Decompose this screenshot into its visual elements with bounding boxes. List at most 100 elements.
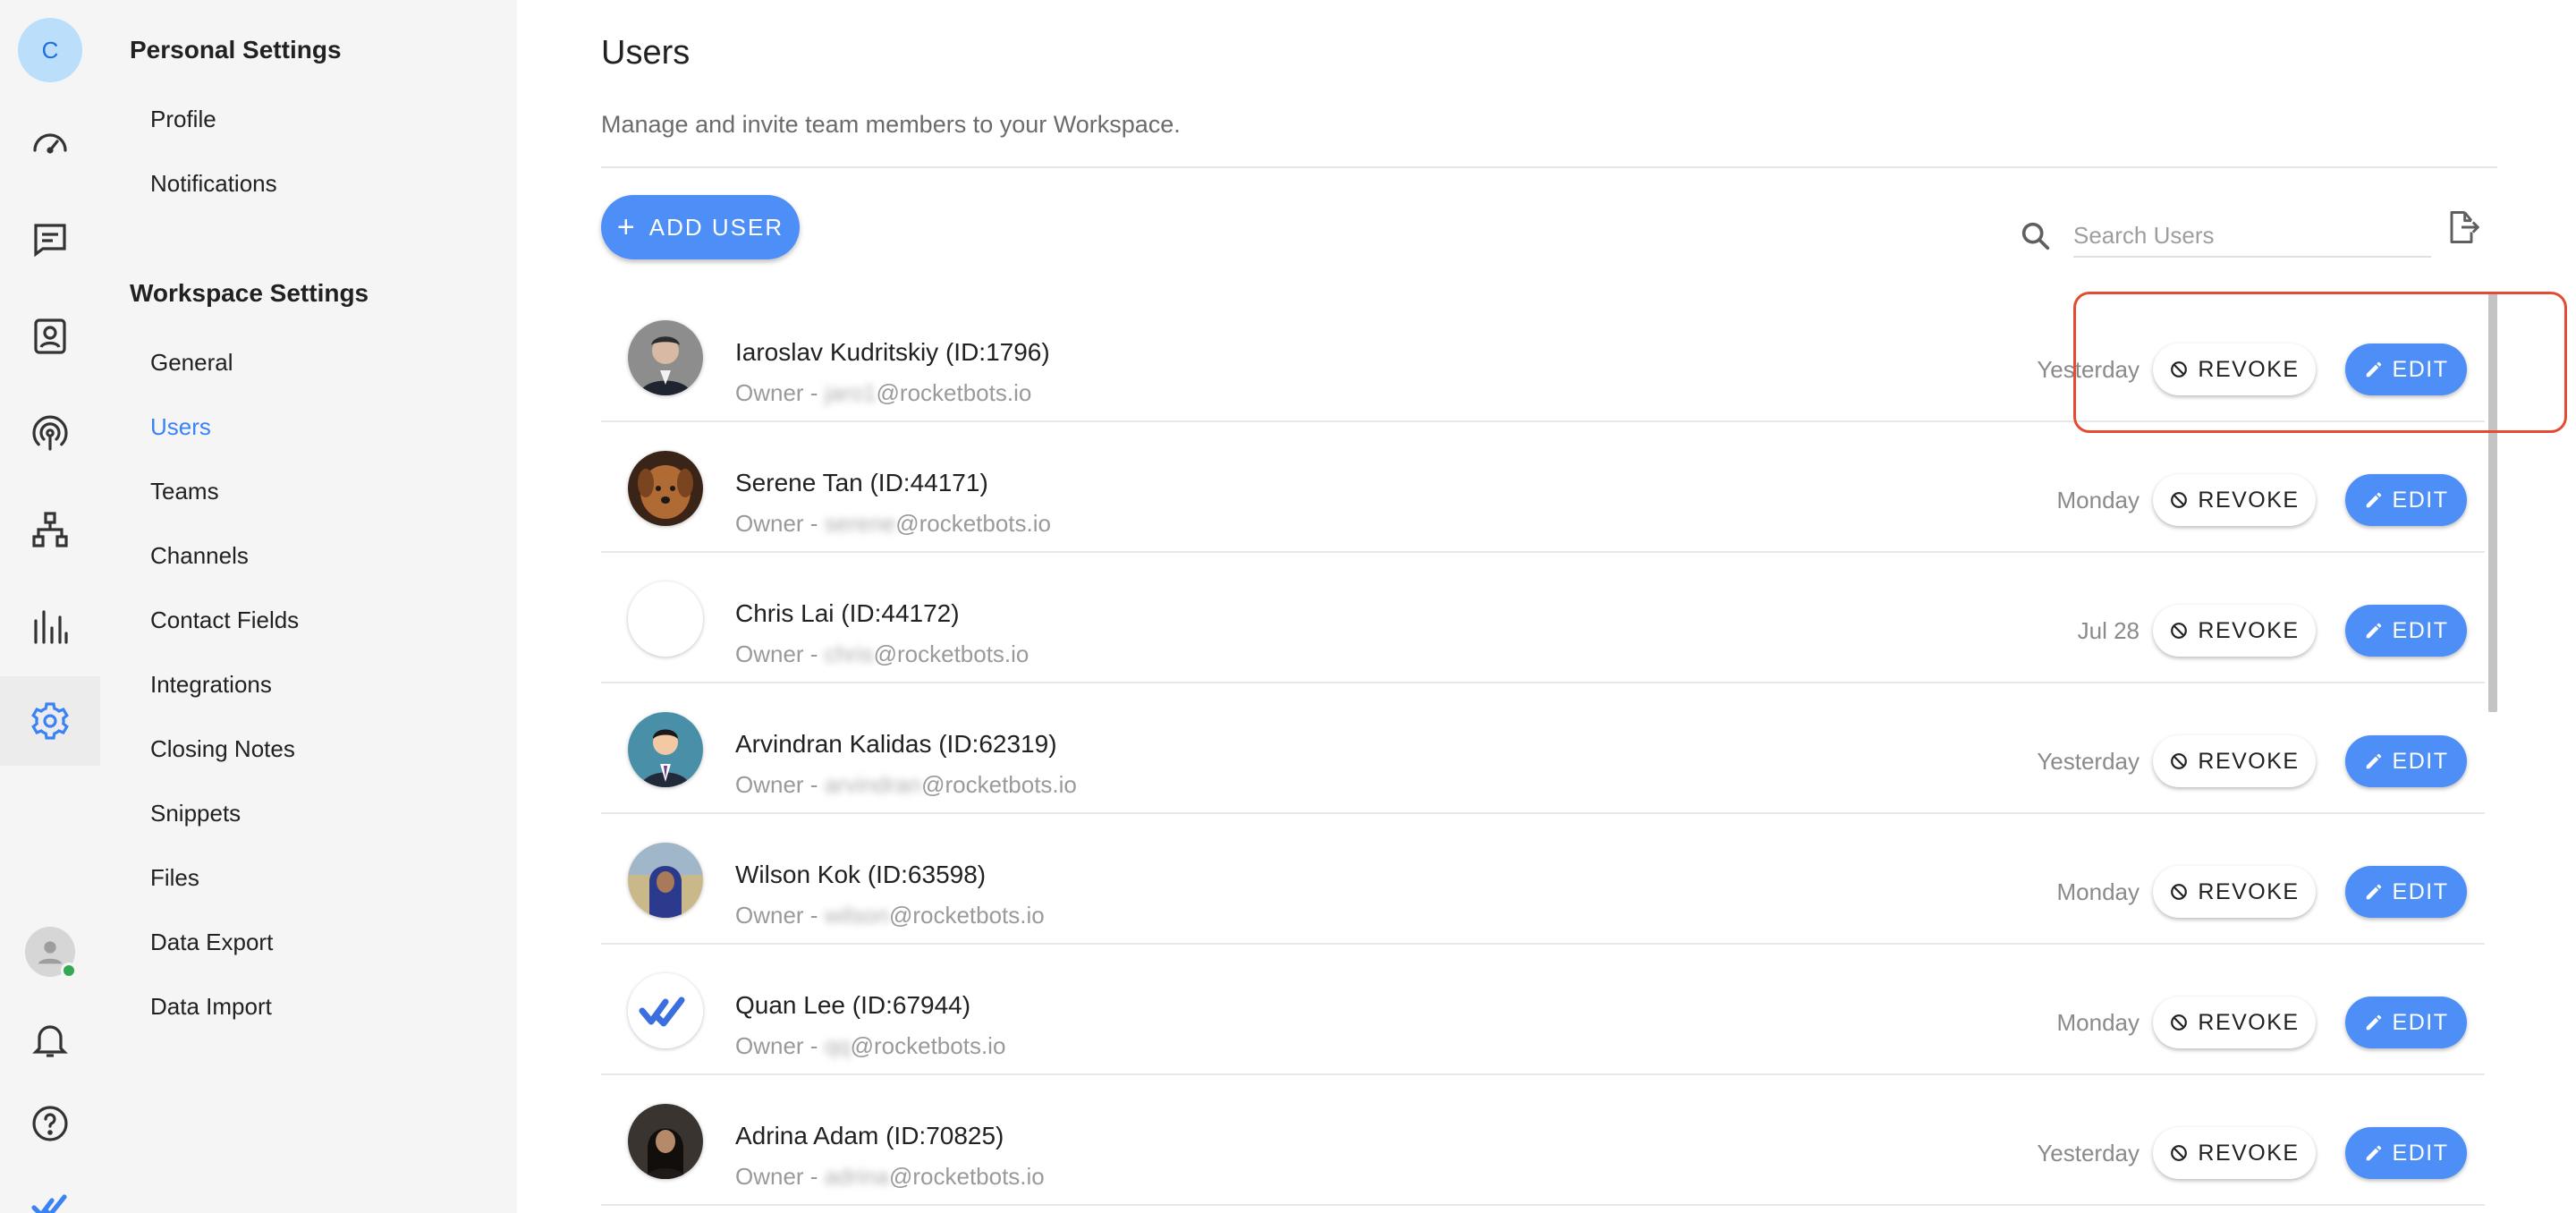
menu-item-snippets[interactable]: Snippets: [150, 800, 241, 827]
workspace-avatar[interactable]: C: [18, 18, 82, 82]
user-avatar: [628, 581, 703, 657]
search-input[interactable]: [2073, 215, 2431, 258]
revoke-button[interactable]: REVOKE: [2153, 1127, 2316, 1179]
last-seen: Yesterday: [2037, 356, 2140, 383]
block-icon: [2171, 884, 2188, 900]
search-users: [2018, 211, 2433, 261]
broadcast-nav[interactable]: [0, 388, 100, 478]
edit-button[interactable]: EDIT: [2345, 997, 2467, 1048]
page-title: Users: [601, 34, 691, 72]
list-scrollbar[interactable]: [2488, 292, 2497, 712]
menu-item-channels[interactable]: Channels: [150, 542, 249, 570]
user-name: Quan Lee (ID:67944): [735, 991, 971, 1019]
menu-item-integrations[interactable]: Integrations: [150, 671, 272, 699]
menu-item-data-import[interactable]: Data Import: [150, 993, 272, 1021]
pencil-icon: [2366, 753, 2381, 769]
user-avatar: [628, 1104, 703, 1179]
revoke-button[interactable]: REVOKE: [2153, 605, 2316, 657]
edit-button[interactable]: EDIT: [2345, 866, 2467, 918]
edit-button[interactable]: EDIT: [2345, 735, 2467, 787]
user-email: Owner - arvindran@rocketbots.io: [735, 771, 1077, 798]
page-description: Manage and invite team members to your W…: [601, 111, 1181, 138]
bar-chart-icon: [34, 610, 68, 644]
message-icon: [34, 224, 66, 258]
user-avatar: [628, 973, 703, 1048]
reports-nav[interactable]: [0, 581, 100, 671]
user-avatar: [628, 843, 703, 918]
current-user-avatar[interactable]: [25, 927, 77, 979]
avatar-illustration-icon: [628, 712, 703, 787]
user-avatar: [628, 451, 703, 526]
block-icon: [2171, 1145, 2188, 1161]
logo-icon: [31, 1194, 67, 1213]
contact-card-icon: [34, 318, 66, 354]
menu-item-closing-notes[interactable]: Closing Notes: [150, 735, 295, 763]
users-main: Users Manage and invite team members to …: [517, 0, 2576, 1213]
avatar-photo-icon: [628, 843, 703, 918]
last-seen: Yesterday: [2037, 748, 2140, 775]
inbox-nav[interactable]: [0, 195, 100, 284]
user-email: Owner - jaro1@rocketbots.io: [735, 379, 1032, 406]
pencil-icon: [2366, 361, 2381, 377]
avatar-photo-icon: [628, 1104, 703, 1179]
settings-nav[interactable]: [0, 676, 100, 766]
user-row: Serene Tan (ID:44171) Owner - serene@roc…: [601, 422, 2485, 553]
dashboard-nav[interactable]: [0, 98, 100, 188]
add-user-button[interactable]: + ADD USER: [601, 195, 800, 259]
menu-item-teams[interactable]: Teams: [150, 478, 219, 505]
search-icon[interactable]: [2018, 218, 2054, 254]
edit-button[interactable]: EDIT: [2345, 474, 2467, 526]
help-nav[interactable]: [0, 1079, 100, 1168]
user-name: Iaroslav Kudritskiy (ID:1796): [735, 338, 1050, 366]
revoke-button[interactable]: REVOKE: [2153, 344, 2316, 395]
menu-item-users[interactable]: Users: [150, 413, 211, 441]
user-row: Adrina Adam (ID:70825) Owner - adrina@ro…: [601, 1075, 2485, 1206]
logo-checkmarks-icon: [628, 973, 703, 1048]
pencil-icon: [2366, 1145, 2381, 1161]
edit-button[interactable]: EDIT: [2345, 1127, 2467, 1179]
revoke-button[interactable]: REVOKE: [2153, 735, 2316, 787]
user-email: Owner - adrina@rocketbots.io: [735, 1163, 1045, 1190]
menu-item-contact-fields[interactable]: Contact Fields: [150, 606, 299, 634]
edit-button[interactable]: EDIT: [2345, 344, 2467, 395]
workspace-settings-title: Workspace Settings: [130, 279, 369, 307]
avatar-photo-icon: [628, 451, 703, 526]
pencil-icon: [2366, 492, 2381, 508]
user-avatar: [628, 320, 703, 395]
user-name: Arvindran Kalidas (ID:62319): [735, 730, 1057, 758]
workspace-avatar-initial: C: [41, 36, 59, 64]
icon-rail: C: [0, 0, 100, 1213]
gear-icon: [31, 702, 69, 740]
user-list: Iaroslav Kudritskiy (ID:1796) Owner - ja…: [601, 292, 2567, 1206]
menu-item-notifications[interactable]: Notifications: [150, 170, 277, 198]
avatar-photo-icon: [628, 320, 703, 395]
user-row: Chris Lai (ID:44172) Owner - chris@rocke…: [601, 553, 2485, 683]
online-status-dot: [61, 963, 77, 979]
notifications-nav[interactable]: [0, 995, 100, 1084]
revoke-button[interactable]: REVOKE: [2153, 997, 2316, 1048]
flows-nav[interactable]: [0, 485, 100, 574]
personal-settings-title: Personal Settings: [130, 36, 342, 64]
pencil-icon: [2366, 1014, 2381, 1031]
edit-button[interactable]: EDIT: [2345, 605, 2467, 657]
user-email: Owner - qq@rocketbots.io: [735, 1032, 1006, 1059]
last-seen: Monday: [2056, 487, 2140, 513]
help-icon: [32, 1106, 68, 1141]
revoke-button[interactable]: REVOKE: [2153, 866, 2316, 918]
pencil-icon: [2366, 884, 2381, 900]
revoke-button[interactable]: REVOKE: [2153, 474, 2316, 526]
user-email: Owner - wilson@rocketbots.io: [735, 902, 1045, 929]
broadcast-icon: [32, 415, 68, 451]
bell-icon: [32, 1025, 68, 1057]
menu-item-data-export[interactable]: Data Export: [150, 929, 273, 956]
user-name: Chris Lai (ID:44172): [735, 599, 960, 627]
add-user-label: ADD USER: [648, 213, 784, 241]
menu-item-general[interactable]: General: [150, 349, 233, 377]
last-seen: Yesterday: [2037, 1140, 2140, 1166]
pencil-icon: [2366, 623, 2381, 639]
contacts-nav[interactable]: [0, 292, 100, 381]
user-avatar: [628, 712, 703, 787]
menu-item-profile[interactable]: Profile: [150, 106, 216, 133]
export-icon[interactable]: [2442, 208, 2481, 247]
menu-item-files[interactable]: Files: [150, 864, 199, 892]
